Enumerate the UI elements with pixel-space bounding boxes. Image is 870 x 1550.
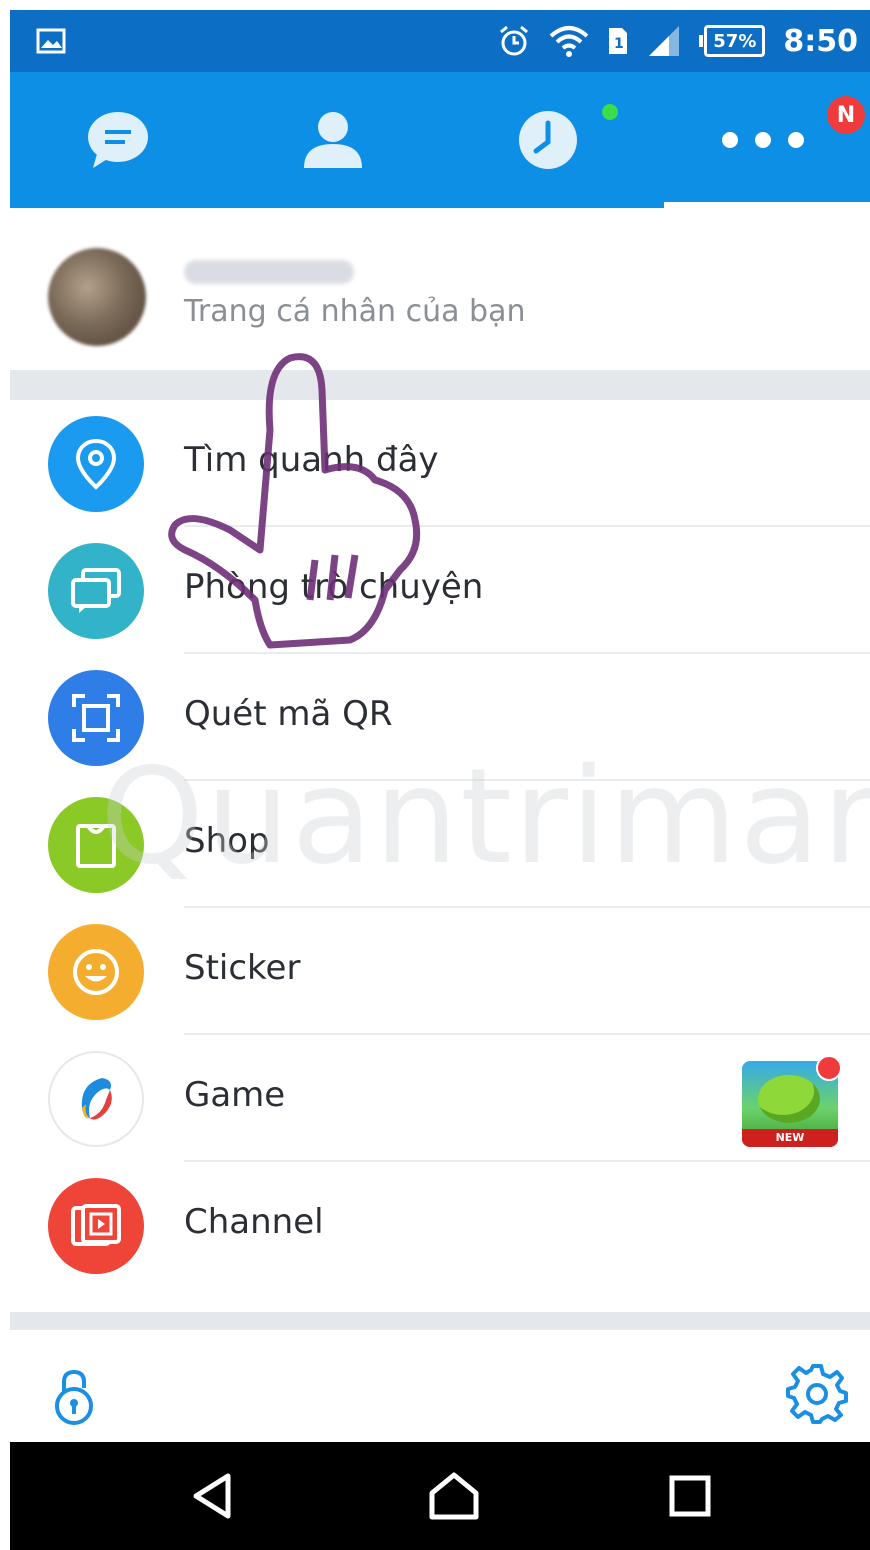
menu-item-label: Quét mã QR: [184, 694, 393, 734]
profile-subtitle: Trang cá nhân của bạn: [184, 294, 526, 329]
lock-icon: [55, 1369, 93, 1425]
menu-item-qr-scan[interactable]: Quét mã QR: [10, 654, 870, 781]
menu-item-nearby[interactable]: Tìm quanh đây: [10, 400, 870, 527]
tab-more[interactable]: N: [655, 72, 870, 208]
recents-button[interactable]: [658, 1464, 722, 1528]
system-nav-bar: [10, 1442, 870, 1550]
clock-icon: [518, 111, 577, 169]
status-bar: 1 57% 8:50: [10, 10, 870, 72]
smiley-icon: [48, 924, 144, 1020]
image-icon: [36, 28, 66, 54]
back-button[interactable]: [180, 1464, 244, 1528]
svg-text:1: 1: [614, 36, 624, 52]
back-icon: [193, 1473, 231, 1519]
sim-icon: 1: [609, 28, 628, 54]
game-character-image: [758, 1075, 820, 1123]
game-notification-dot: [816, 1055, 842, 1081]
tab-contacts[interactable]: [225, 72, 440, 208]
menu-item-label: Channel: [184, 1202, 324, 1242]
main-tab-bar: N: [10, 72, 870, 208]
profile-row[interactable]: Trang cá nhân của bạn: [10, 208, 870, 370]
settings-button[interactable]: [786, 1362, 848, 1424]
game-new-ribbon: NEW: [742, 1129, 838, 1147]
menu-item-label: Game: [184, 1075, 286, 1115]
footer-bar: [10, 1330, 870, 1442]
more-dots-icon: [721, 132, 804, 148]
menu-list: Tìm quanh đây Phòng trò chuyện Quét mã Q…: [10, 400, 870, 1312]
wifi-icon: [549, 26, 589, 57]
qr-scan-icon: [48, 670, 144, 766]
home-icon: [429, 1472, 479, 1520]
location-pin-icon: [48, 416, 144, 512]
app-screen: 1 57% 8:50 N Trang cá nhân của bạn Tìm q…: [10, 10, 870, 1550]
video-channel-icon: [48, 1178, 144, 1274]
section-divider: [10, 370, 870, 400]
menu-item-game[interactable]: Game NEW: [10, 1035, 870, 1162]
alarm-icon: [500, 25, 529, 56]
chat-bubble-icon: [87, 112, 148, 168]
recents-icon: [669, 1475, 711, 1517]
tab-messages[interactable]: [10, 72, 225, 208]
home-button[interactable]: [422, 1464, 486, 1528]
online-dot: [602, 104, 618, 120]
chat-rooms-icon: [48, 543, 144, 639]
menu-item-sticker[interactable]: Sticker: [10, 908, 870, 1035]
status-icons: 1 57% 8:50: [497, 20, 858, 62]
menu-item-channel[interactable]: Channel: [10, 1162, 870, 1289]
menu-item-label: Tìm quanh đây: [184, 440, 439, 480]
profile-name-blurred: [184, 260, 354, 284]
battery-level: 57%: [704, 25, 766, 57]
menu-item-label: Shop: [184, 821, 270, 861]
signal-icon: [649, 26, 680, 56]
shopping-bag-icon: [48, 797, 144, 893]
menu-item-shop[interactable]: Shop: [10, 781, 870, 908]
settings-gear-icon: [786, 1364, 848, 1424]
battery-icon: 57%: [699, 25, 766, 57]
person-icon: [303, 112, 362, 168]
menu-item-label: Sticker: [184, 948, 301, 988]
menu-item-label: Phòng trò chuyện: [184, 567, 484, 607]
lock-button[interactable]: [46, 1366, 102, 1426]
section-divider: [10, 1312, 870, 1330]
notification-badge: N: [827, 96, 865, 134]
game-logo-icon: [48, 1051, 144, 1147]
menu-item-chat-rooms[interactable]: Phòng trò chuyện: [10, 527, 870, 654]
tab-timeline[interactable]: [440, 72, 655, 208]
avatar[interactable]: [48, 248, 146, 346]
clock-time: 8:50: [783, 23, 858, 59]
